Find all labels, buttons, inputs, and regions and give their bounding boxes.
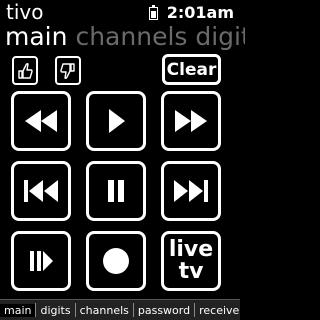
fast-forward-button[interactable] — [161, 91, 221, 151]
tab-main[interactable]: main — [0, 303, 36, 317]
clear-button[interactable]: Clear — [162, 54, 221, 85]
tab-bar: main digits channels password receiver — [0, 299, 240, 320]
live-tv-button[interactable]: live tv — [161, 231, 221, 291]
play-icon — [109, 109, 125, 133]
record-button[interactable] — [86, 231, 146, 291]
play-button[interactable] — [86, 91, 146, 151]
record-icon — [103, 248, 129, 274]
skip-forward-icon — [174, 180, 208, 202]
pause-icon — [108, 180, 124, 202]
slow-motion-icon — [30, 251, 53, 271]
slow-motion-button[interactable] — [11, 231, 71, 291]
app-title: tivo — [6, 0, 44, 24]
rewind-button[interactable] — [11, 91, 71, 151]
tab-channels[interactable]: channels — [76, 304, 133, 317]
thumbs-up-button[interactable] — [12, 56, 38, 85]
clock: 2:01am — [166, 3, 234, 22]
pause-button[interactable] — [86, 161, 146, 221]
tab-digits[interactable]: digits — [36, 304, 74, 317]
thumbs-down-icon — [60, 62, 75, 79]
section-title: main — [5, 23, 68, 51]
skip-forward-button[interactable] — [161, 161, 221, 221]
skip-back-icon — [24, 180, 58, 202]
thumbs-down-button[interactable] — [55, 56, 81, 85]
section-header: main channels digits — [5, 23, 245, 51]
title-bar: tivo 2:01am — [6, 1, 234, 23]
skip-back-button[interactable] — [11, 161, 71, 221]
rewind-icon — [25, 110, 57, 132]
battery-icon — [149, 5, 158, 20]
tab-receiver[interactable]: receiver — [195, 304, 240, 317]
section-next-titles: channels digits — [75, 23, 245, 51]
clear-button-label: Clear — [166, 59, 217, 80]
fast-forward-icon — [175, 110, 207, 132]
tab-password[interactable]: password — [134, 304, 194, 317]
thumbs-up-icon — [18, 62, 33, 79]
live-tv-label: live tv — [168, 237, 214, 284]
